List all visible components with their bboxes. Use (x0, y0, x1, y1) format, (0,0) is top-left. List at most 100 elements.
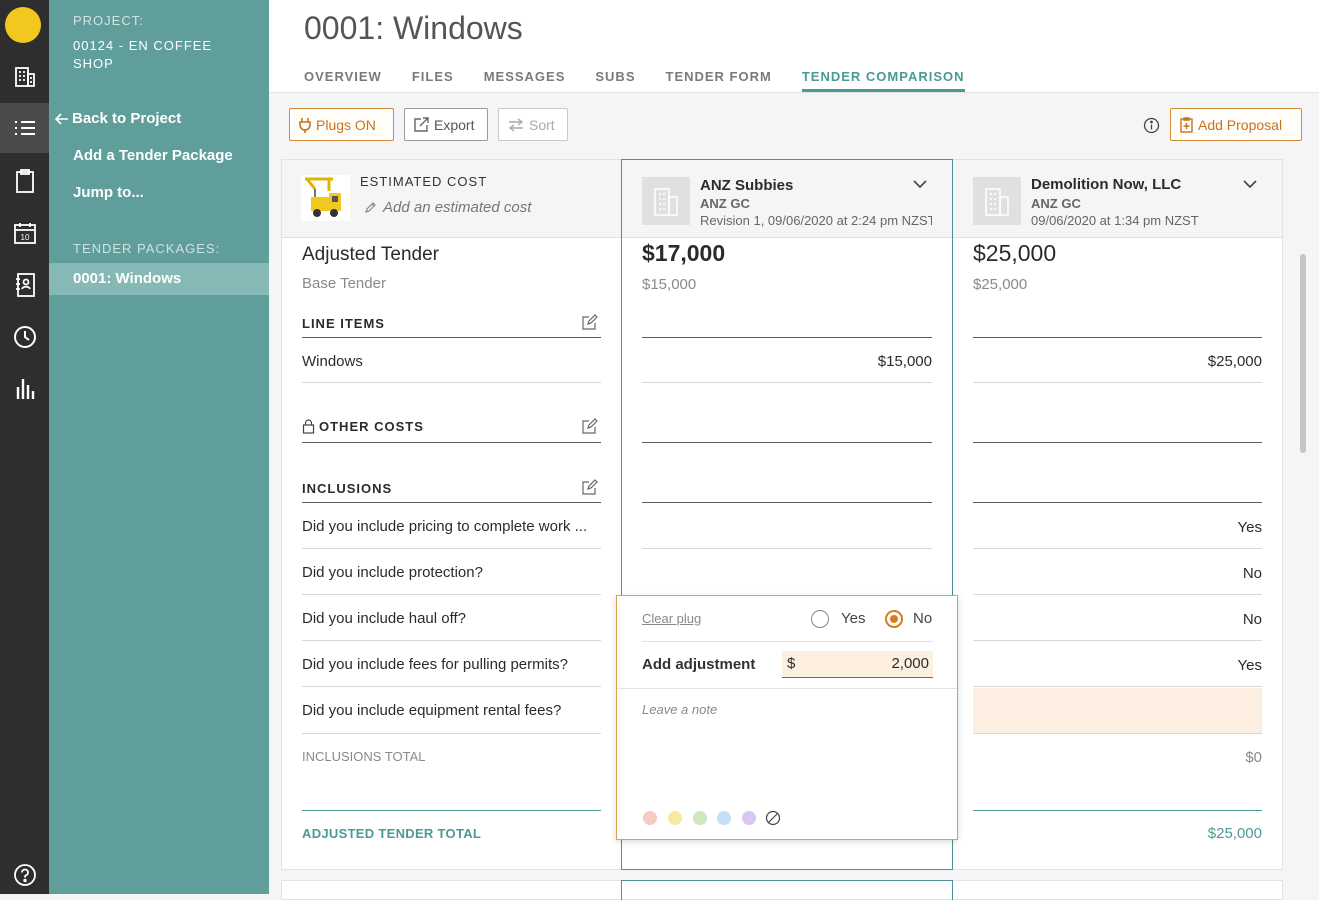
color-swatch-blue[interactable] (717, 811, 731, 825)
buildings-icon[interactable] (0, 52, 49, 102)
plugs-label: Plugs ON (316, 116, 376, 133)
icon-rail: 10 (0, 0, 49, 894)
tender-packages-label: TENDER PACKAGES: (73, 241, 221, 256)
clock-icon[interactable] (0, 312, 49, 362)
color-swatch-green[interactable] (693, 811, 707, 825)
estimated-cost-label: ESTIMATED COST (360, 174, 488, 189)
divider (302, 733, 601, 734)
project-sidebar: PROJECT: 00124 - EN COFFEE SHOP Back to … (49, 0, 269, 894)
divider (617, 688, 957, 689)
plug-icon (299, 117, 311, 133)
add-document-icon (1180, 116, 1193, 133)
inclusion-question: Did you include haul off? (302, 610, 467, 627)
list-icon[interactable] (0, 103, 49, 153)
tab-tender-form[interactable]: TENDER FORM (666, 69, 772, 92)
sort-label: Sort (529, 116, 555, 133)
help-icon[interactable] (0, 850, 49, 900)
back-to-project-label: Back to Project (72, 110, 182, 127)
scrollbar-thumb[interactable] (1300, 254, 1306, 453)
bidder-gc: ANZ GC (1031, 196, 1081, 211)
add-estimated-cost-label: Add an estimated cost (383, 199, 532, 216)
yes-radio-label: Yes (841, 610, 866, 627)
adjustment-amount-input[interactable]: $ 2,000 (782, 651, 933, 678)
adjusted-tender-label: Adjusted Tender (302, 244, 439, 265)
bidder-revision: 09/06/2020 at 1:34 pm NZST (1031, 213, 1199, 228)
divider (973, 733, 1262, 734)
tab-bar: OVERVIEW FILES MESSAGES SUBS TENDER FORM… (304, 69, 995, 92)
color-swatch-red[interactable] (643, 811, 657, 825)
jump-to-link[interactable]: Jump to... (73, 184, 144, 201)
color-swatch-purple[interactable] (742, 811, 756, 825)
edit-icon[interactable] (582, 479, 598, 500)
note-textarea[interactable]: Leave a note (642, 702, 717, 717)
tender-package-item[interactable]: 0001: Windows (49, 263, 269, 295)
add-proposal-label: Add Proposal (1198, 116, 1283, 133)
add-proposal-button[interactable]: Add Proposal (1170, 108, 1302, 141)
clear-plug-link[interactable]: Clear plug (642, 611, 701, 626)
bidder-name[interactable]: Demolition Now, LLC (1031, 176, 1181, 193)
divider (642, 641, 933, 642)
divider (302, 337, 601, 338)
inclusions-total-label: INCLUSIONS TOTAL (302, 749, 426, 764)
divider (973, 548, 1262, 549)
info-icon[interactable] (1143, 117, 1160, 139)
calendar-icon[interactable]: 10 (0, 208, 49, 258)
export-button[interactable]: Export (404, 108, 488, 141)
inclusion-question: Did you include equipment rental fees? (302, 702, 562, 719)
tab-tender-comparison[interactable]: TENDER COMPARISON (801, 69, 965, 92)
back-to-project-link[interactable]: Back to Project (55, 110, 181, 127)
divider (302, 442, 601, 443)
other-costs-heading: OTHER COSTS (319, 419, 424, 434)
divider (973, 686, 1262, 687)
inclusion-answer: No (1242, 565, 1262, 582)
edit-icon[interactable] (582, 314, 598, 335)
divider (302, 594, 601, 595)
add-estimated-cost-link[interactable]: Add an estimated cost (364, 199, 531, 216)
inclusion-question: Did you include fees for pulling permits… (302, 656, 568, 673)
sort-button[interactable]: Sort (498, 108, 568, 141)
yes-radio[interactable] (811, 610, 829, 628)
export-icon (414, 117, 429, 132)
crane-truck-icon (301, 175, 350, 221)
adjusted-tender-value: $25,000 (973, 240, 1057, 266)
inclusion-question: Did you include pricing to complete work… (302, 518, 588, 535)
tab-overview[interactable]: OVERVIEW (304, 69, 382, 92)
adjustment-amount-value: 2,000 (891, 655, 929, 672)
plugs-toggle-button[interactable]: Plugs ON (289, 108, 394, 141)
divider (302, 810, 601, 811)
no-color-icon[interactable] (765, 810, 781, 831)
project-name: 00124 - EN COFFEE SHOP (73, 38, 213, 71)
pencil-icon (364, 201, 377, 214)
project-label: PROJECT: (73, 13, 144, 28)
tab-files[interactable]: FILES (412, 69, 454, 92)
divider (973, 382, 1262, 383)
export-label: Export (434, 116, 475, 133)
tab-subs[interactable]: SUBS (595, 69, 635, 92)
inclusions-total-value: $0 (1245, 749, 1262, 766)
address-book-icon[interactable] (0, 260, 49, 310)
divider (302, 548, 601, 549)
inclusion-question: Did you include protection? (302, 564, 483, 581)
add-tender-package-link[interactable]: Add a Tender Package (73, 147, 233, 164)
sort-icon (508, 117, 524, 132)
app-logo[interactable] (5, 7, 41, 43)
lock-icon (302, 419, 315, 439)
base-tender-label: Base Tender (302, 275, 386, 292)
clipboard-icon[interactable] (0, 156, 49, 206)
edit-icon[interactable] (582, 418, 598, 439)
line-item-value: $25,000 (1207, 353, 1262, 370)
tab-messages[interactable]: MESSAGES (484, 69, 566, 92)
color-swatch-yellow[interactable] (668, 811, 682, 825)
currency-symbol: $ (787, 655, 796, 672)
base-tender-value: $25,000 (973, 276, 1028, 293)
divider (973, 502, 1262, 503)
divider (302, 640, 601, 641)
plug-popover: Clear plug Yes No Add adjustment $ 2,000… (616, 595, 958, 840)
divider (973, 337, 1262, 338)
no-radio[interactable] (885, 610, 903, 628)
svg-text:10: 10 (20, 233, 29, 242)
bar-chart-icon[interactable] (0, 364, 49, 414)
plug-highlight-cell[interactable] (973, 688, 1262, 734)
chevron-down-icon[interactable] (1242, 177, 1258, 196)
inclusion-answer: Yes (1237, 657, 1262, 674)
